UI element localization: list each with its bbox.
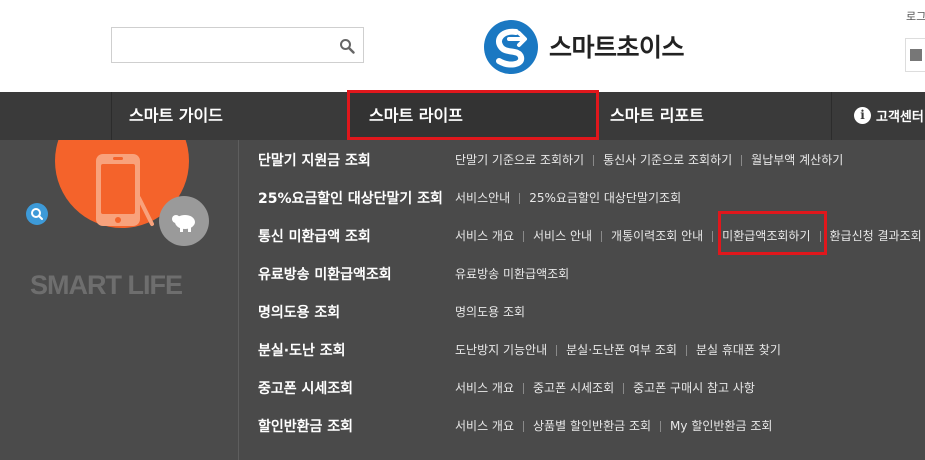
menu-row: 중고폰 시세조회 서비스 개요 중고폰 시세조회 중고폰 구매시 참고 사항: [239, 368, 925, 406]
smart-life-illustration: [26, 140, 209, 246]
menu-link[interactable]: 유료방송 미환급액조회: [455, 265, 569, 282]
link-divider: [523, 231, 525, 242]
menu-row: 유료방송 미환급액조회 유료방송 미환급액조회: [239, 254, 925, 292]
nav-divider: [111, 92, 112, 140]
info-icon: i: [854, 106, 871, 124]
menu-link[interactable]: 개통이력조회 안내: [611, 227, 703, 244]
menu-link[interactable]: 서비스안내: [455, 189, 510, 206]
link-divider: [623, 383, 625, 394]
login-link[interactable]: 로그: [906, 8, 925, 24]
link-divider: [523, 383, 525, 394]
link-divider: [556, 345, 558, 356]
link-divider: [523, 421, 525, 432]
menu-link[interactable]: 서비스 개요: [455, 379, 514, 396]
menu-row: 단말기 지원금 조회 단말기 기준으로 조회하기 통신사 기준으로 조회하기 월납부액…: [239, 140, 925, 178]
link-divider: [712, 231, 714, 242]
menu-row-title[interactable]: 단말기 지원금 조회: [258, 150, 371, 170]
nav-item-smart-report[interactable]: 스마트 리포트: [610, 92, 704, 140]
search-input[interactable]: [118, 34, 342, 58]
print-icon: [910, 49, 922, 61]
search-box[interactable]: [111, 27, 364, 63]
highlight-refund-lookup: [718, 211, 827, 255]
search-icon[interactable]: [339, 38, 355, 54]
menu-row-title[interactable]: 할인반환금 조회: [258, 416, 353, 436]
menu-link[interactable]: 25%요금할인 대상단말기조회: [529, 189, 681, 206]
menu-row: 할인반환금 조회 서비스 개요 상품별 할인반환금 조회 My 할인반환금 조회: [239, 406, 925, 444]
menu-link[interactable]: 서비스 개요: [455, 417, 514, 434]
logo-mark-icon: [484, 20, 538, 74]
menu-row-title[interactable]: 통신 미환급액 조회: [258, 226, 371, 246]
menu-row-links: 명의도용 조회: [455, 303, 525, 320]
menu-row-links: 서비스 개요 중고폰 시세조회 중고폰 구매시 참고 사항: [455, 379, 755, 396]
menu-row-title[interactable]: 25%요금할인 대상단말기 조회: [258, 188, 443, 208]
nav-item-label: 고객센터: [876, 110, 924, 125]
smart-life-brand: SMART LIFE: [30, 270, 183, 300]
link-divider: [593, 155, 595, 166]
menu-link[interactable]: 서비스 안내: [533, 227, 592, 244]
menu-link[interactable]: 상품별 할인반환금 조회: [533, 417, 651, 434]
menu-link[interactable]: 분실·도난폰 여부 조회: [566, 341, 677, 358]
menu-row-title[interactable]: 명의도용 조회: [258, 302, 340, 322]
menu-row-links: 서비스 개요 상품별 할인반환금 조회 My 할인반환금 조회: [455, 417, 772, 434]
menu-row-title[interactable]: 분실·도난 조회: [258, 340, 345, 360]
link-divider: [660, 421, 662, 432]
menu-link[interactable]: 월납부액 계산하기: [751, 151, 843, 168]
menu-row-links: 서비스 개요 서비스 안내 개통이력조회 안내 미환급액조회하기 환급신청 결과조회: [455, 227, 922, 244]
menu-link[interactable]: 환급신청 결과조회: [830, 227, 922, 244]
magnifier-icon: [26, 203, 48, 225]
menu-row-links: 단말기 기준으로 조회하기 통신사 기준으로 조회하기 월납부액 계산하기: [455, 151, 843, 168]
link-divider: [601, 231, 603, 242]
menu-row-links: 도난방지 기능안내 분실·도난폰 여부 조회 분실 휴대폰 찾기: [455, 341, 781, 358]
nav-item-customer-center[interactable]: i 고객센터: [854, 92, 924, 140]
menu-link[interactable]: 중고폰 시세조회: [533, 379, 614, 396]
menu-row-links: 유료방송 미환급액조회: [455, 265, 569, 282]
link-divider: [741, 155, 743, 166]
site-header: 스마트초이스 로그: [0, 0, 925, 92]
nav-divider: [831, 92, 832, 140]
menu-link[interactable]: 단말기 기준으로 조회하기: [455, 151, 584, 168]
menu-link[interactable]: 통신사 기준으로 조회하기: [603, 151, 732, 168]
menu-row-links: 서비스안내 25%요금할인 대상단말기조회: [455, 189, 681, 206]
menu-link[interactable]: My 할인반환금 조회: [670, 417, 772, 434]
nav-item-smart-guide[interactable]: 스마트 가이드: [129, 92, 223, 140]
menu-row: 명의도용 조회 명의도용 조회: [239, 292, 925, 330]
menu-row-title[interactable]: 중고폰 시세조회: [258, 378, 353, 398]
piggy-bank-icon: [159, 196, 209, 246]
menu-link[interactable]: 도난방지 기능안내: [455, 341, 547, 358]
menu-link[interactable]: 서비스 개요: [455, 227, 514, 244]
menu-link[interactable]: 분실 휴대폰 찾기: [696, 341, 781, 358]
header-utility-button[interactable]: [905, 38, 925, 72]
link-divider: [519, 193, 521, 204]
site-logo[interactable]: 스마트초이스: [483, 19, 713, 75]
menu-row-title[interactable]: 유료방송 미환급액조회: [258, 264, 392, 284]
logo-text: 스마트초이스: [549, 33, 685, 62]
highlight-nav-smart-life: [347, 90, 599, 140]
menu-link[interactable]: 명의도용 조회: [455, 303, 525, 320]
menu-row: 분실·도난 조회 도난방지 기능안내 분실·도난폰 여부 조회 분실 휴대폰 찾기: [239, 330, 925, 368]
link-divider: [685, 345, 687, 356]
menu-link[interactable]: 중고폰 구매시 참고 사항: [633, 379, 755, 396]
